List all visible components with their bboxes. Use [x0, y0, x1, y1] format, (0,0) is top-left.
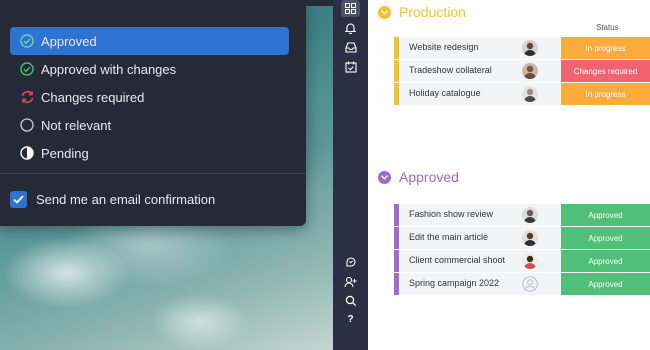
feedback-icon[interactable]	[344, 255, 357, 268]
item-name[interactable]: Client commercial shoot	[409, 255, 505, 265]
option-label: Approved with changes	[41, 61, 177, 77]
email-confirmation-label: Send me an email confirmation	[36, 191, 216, 207]
avatar[interactable]	[522, 86, 538, 102]
empty-circle-icon	[19, 117, 35, 133]
table-row[interactable]: Holiday catalogue In progress	[394, 83, 650, 105]
table-row[interactable]: Fashion show review Approved	[394, 204, 650, 226]
option-label: Changes required	[41, 89, 145, 105]
avatar[interactable]	[522, 253, 538, 269]
status-badge[interactable]: In progress	[561, 37, 650, 59]
table-row[interactable]: Client commercial shoot Approved	[394, 250, 650, 272]
item-name[interactable]: Spring campaign 2022	[409, 278, 499, 288]
item-name[interactable]: Holiday catalogue	[409, 88, 481, 98]
option-label: Approved	[41, 33, 97, 49]
option-approved[interactable]: Approved	[10, 27, 289, 55]
status-badge[interactable]: Approved	[561, 250, 650, 272]
left-sidebar: ?	[333, 0, 368, 350]
option-not-relevant[interactable]: Not relevant	[10, 111, 289, 139]
avatar[interactable]	[522, 63, 538, 79]
status-badge[interactable]: In progress	[561, 83, 650, 105]
avatar[interactable]	[522, 207, 538, 223]
calendar-check-icon[interactable]	[344, 60, 357, 73]
group-color-bar	[394, 273, 399, 295]
table-row[interactable]: Tradeshow collateral Changes required	[394, 60, 650, 82]
email-confirmation-checkbox[interactable]: Send me an email confirmation	[10, 189, 215, 209]
avatar[interactable]	[522, 230, 538, 246]
status-dropdown-menu: Approved Approved with changes Changes r…	[0, 0, 306, 226]
option-changes-required[interactable]: Changes required	[10, 83, 289, 111]
option-pending[interactable]: Pending	[10, 139, 289, 167]
status-badge[interactable]: Approved	[561, 273, 650, 295]
item-name[interactable]: Tradeshow collateral	[409, 65, 492, 75]
menu-divider	[0, 173, 306, 174]
check-circle-icon	[19, 61, 35, 77]
header-strip	[306, 0, 333, 6]
status-badge[interactable]: Approved	[561, 204, 650, 226]
group-title: Approved	[399, 169, 459, 185]
status-column-header: Status	[596, 23, 619, 32]
option-label: Pending	[41, 145, 89, 161]
inbox-icon[interactable]	[344, 41, 357, 54]
table-row[interactable]: Website redesign In progress	[394, 37, 650, 59]
board-area: Production Status Website redesign In pr…	[368, 0, 650, 350]
refresh-icon	[19, 89, 35, 105]
empty-avatar-icon[interactable]	[522, 276, 538, 292]
group-color-bar	[394, 227, 399, 249]
group-header-approved[interactable]: Approved	[378, 169, 459, 185]
item-name[interactable]: Website redesign	[409, 42, 478, 52]
group-color-bar	[394, 83, 399, 105]
table-row[interactable]: Edit the main article Approved	[394, 227, 650, 249]
group-color-bar	[394, 250, 399, 272]
search-icon[interactable]	[344, 294, 357, 307]
add-user-icon[interactable]	[344, 275, 357, 288]
group-header-production[interactable]: Production	[378, 4, 466, 20]
check-circle-icon	[19, 33, 35, 49]
bell-icon[interactable]	[344, 21, 357, 34]
status-badge[interactable]: Approved	[561, 227, 650, 249]
table-row[interactable]: Spring campaign 2022 Approved	[394, 273, 650, 295]
half-circle-icon	[19, 145, 35, 161]
group-title: Production	[399, 4, 466, 20]
item-name[interactable]: Fashion show review	[409, 209, 493, 219]
group-color-bar	[394, 37, 399, 59]
chevron-down-icon[interactable]	[378, 170, 391, 184]
option-approved-with-changes[interactable]: Approved with changes	[10, 55, 289, 83]
checkbox-checked-icon	[10, 190, 27, 208]
option-label: Not relevant	[41, 117, 112, 133]
group-color-bar	[394, 204, 399, 226]
group-color-bar	[394, 60, 399, 82]
grid-icon[interactable]	[341, 0, 360, 17]
help-icon[interactable]: ?	[344, 313, 357, 326]
status-badge[interactable]: Changes required	[561, 60, 650, 82]
chevron-down-icon[interactable]	[378, 5, 391, 19]
avatar[interactable]	[522, 40, 538, 56]
item-name[interactable]: Edit the main article	[409, 232, 488, 242]
